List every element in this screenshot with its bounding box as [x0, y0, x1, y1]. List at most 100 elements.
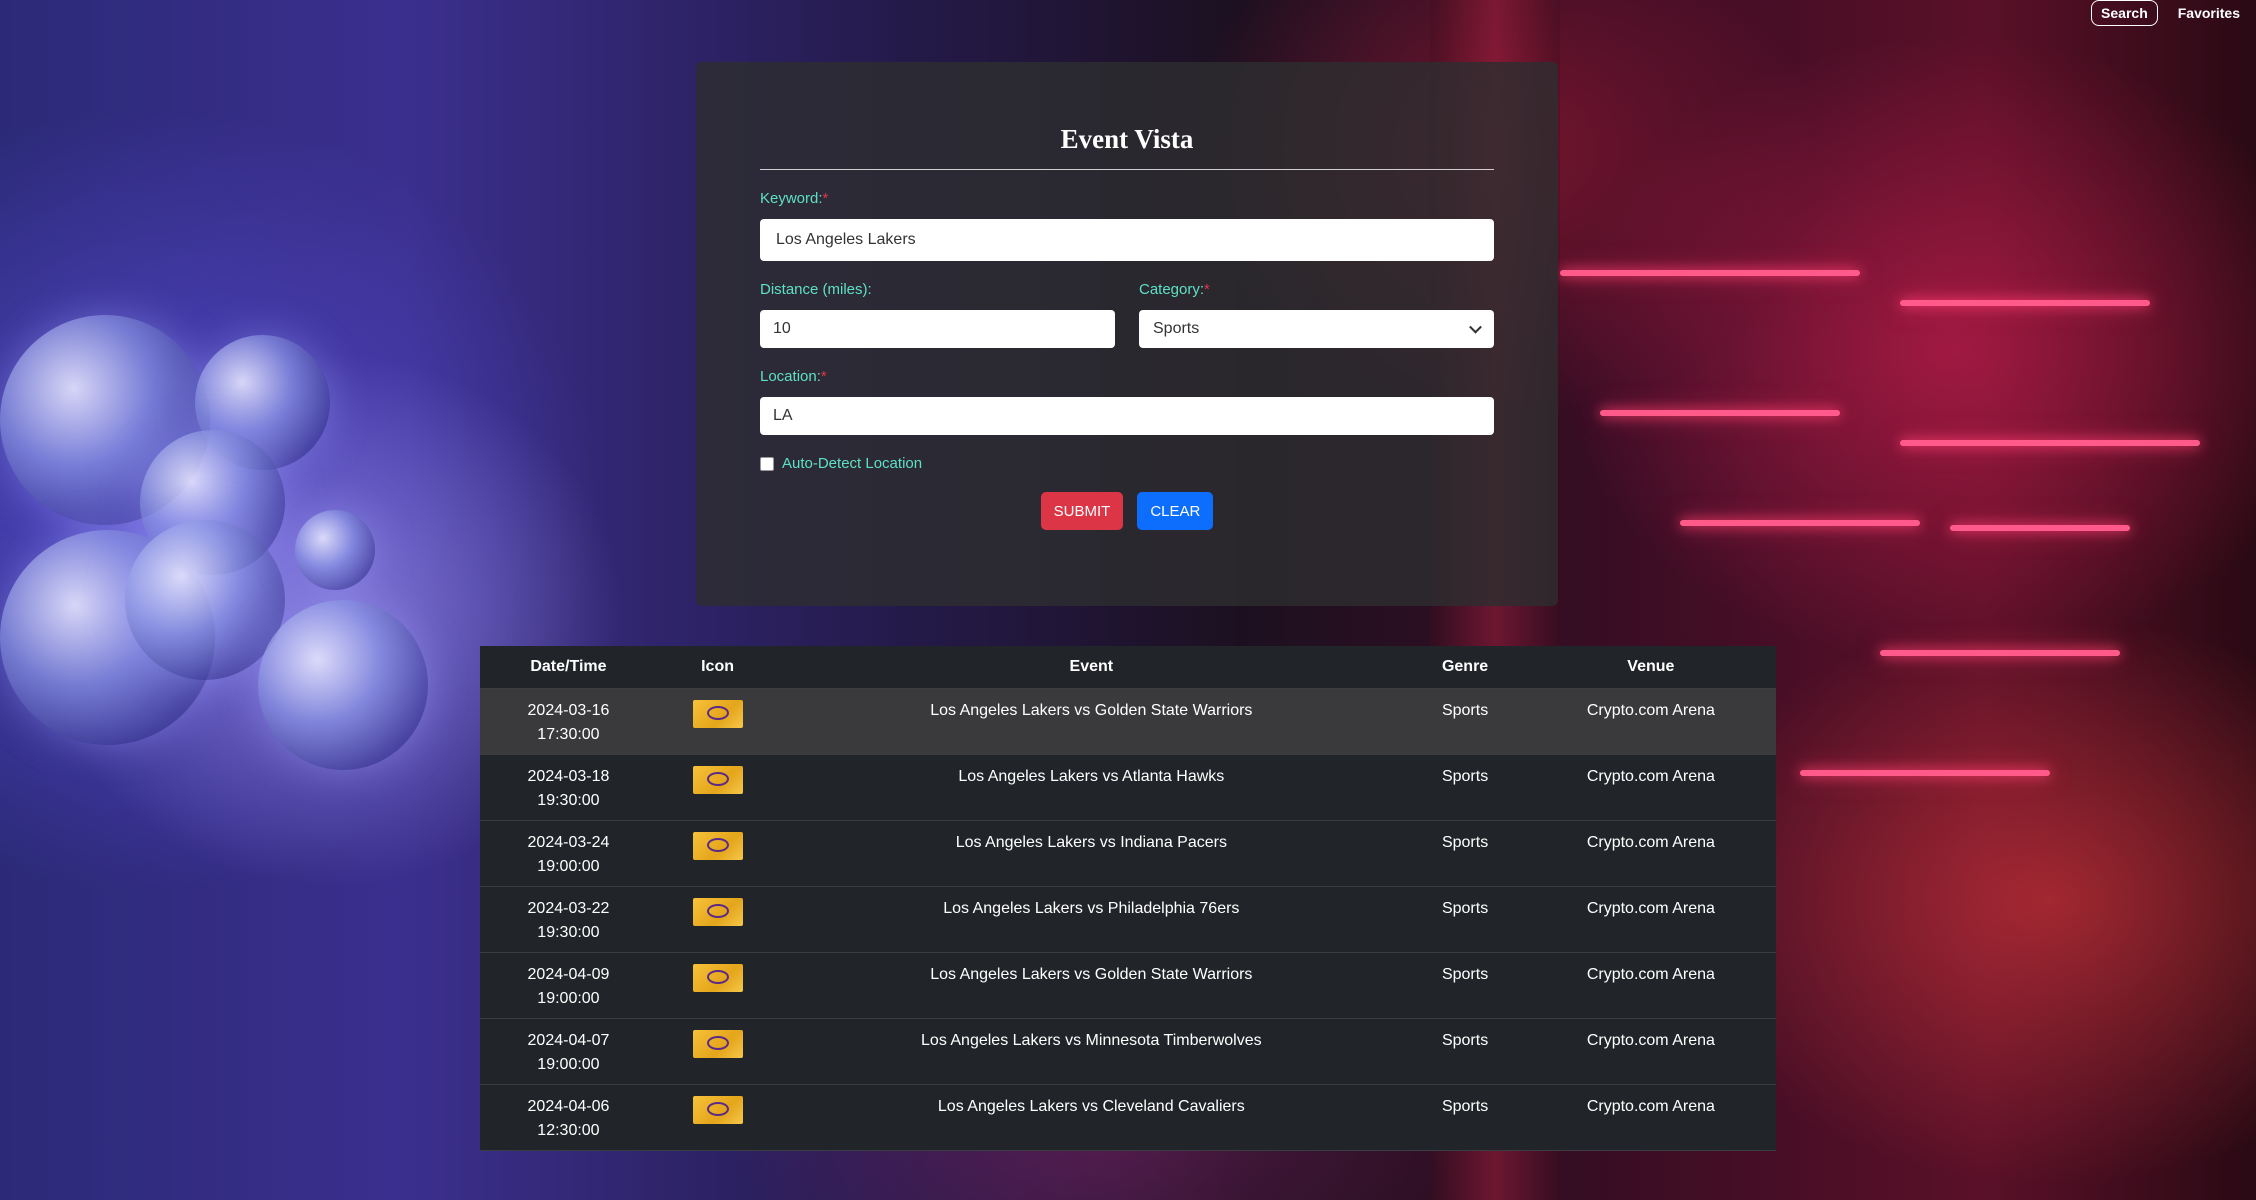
cell-venue: Crypto.com Arena — [1525, 688, 1776, 755]
neon-light-decoration — [1800, 770, 2050, 776]
cell-time: 19:00:00 — [537, 1056, 600, 1073]
cell-event[interactable]: Los Angeles Lakers vs Atlanta Hawks — [778, 754, 1405, 821]
cell-date: 2024-04-09 — [527, 966, 610, 983]
cell-date: 2024-03-24 — [527, 834, 610, 851]
neon-light-decoration — [1950, 525, 2130, 531]
cell-venue: Crypto.com Arena — [1525, 952, 1776, 1019]
header-venue: Venue — [1525, 646, 1776, 689]
table-row[interactable]: 2024-03-22 19:30:00 Los Angeles Lakers vs… — [480, 886, 1776, 953]
distance-input[interactable] — [760, 310, 1115, 348]
header-event: Event — [778, 646, 1405, 689]
cell-icon — [656, 1018, 779, 1085]
cell-genre: Sports — [1404, 1084, 1526, 1151]
cell-genre: Sports — [1404, 886, 1526, 953]
cell-event[interactable]: Los Angeles Lakers vs Philadelphia 76ers — [778, 886, 1405, 953]
table-row[interactable]: 2024-04-07 19:00:00 Los Angeles Lakers vs… — [480, 1018, 1776, 1085]
nav-favorites-button[interactable]: Favorites — [2168, 0, 2250, 26]
cell-genre: Sports — [1404, 820, 1526, 887]
cell-time: 17:30:00 — [537, 726, 600, 743]
results-table: Date/Time Icon Event Genre Venue 2024-03… — [480, 646, 1776, 1151]
lakers-logo-icon — [692, 700, 743, 728]
category-select-value: Sports — [1153, 320, 1200, 337]
cell-genre: Sports — [1404, 688, 1526, 755]
cell-date: 2024-03-16 — [527, 702, 610, 719]
table-row[interactable]: 2024-03-16 17:30:00 Los Angeles Lakers vs… — [480, 688, 1776, 755]
auto-detect-label[interactable]: Auto-Detect Location — [782, 455, 922, 472]
distance-category-row: Distance (miles): Category:* Sports — [760, 281, 1494, 348]
category-select[interactable]: Sports — [1139, 310, 1494, 348]
cell-date: 2024-04-06 — [527, 1098, 610, 1115]
cell-datetime: 2024-04-09 19:00:00 — [480, 952, 657, 1019]
table-row[interactable]: 2024-04-06 12:30:00 Los Angeles Lakers vs… — [480, 1084, 1776, 1151]
location-input[interactable] — [760, 397, 1494, 435]
table-row[interactable]: 2024-03-18 19:30:00 Los Angeles Lakers vs… — [480, 754, 1776, 821]
clear-button[interactable]: CLEAR — [1137, 492, 1214, 530]
cell-time: 19:00:00 — [537, 858, 600, 875]
cell-date: 2024-04-07 — [527, 1032, 610, 1049]
distance-label: Distance (miles): — [760, 281, 872, 298]
cell-genre: Sports — [1404, 1018, 1526, 1085]
cell-venue: Crypto.com Arena — [1525, 1084, 1776, 1151]
cell-icon — [656, 1084, 779, 1151]
page-title: Event Vista — [760, 124, 1494, 170]
cell-datetime: 2024-04-06 12:30:00 — [480, 1084, 657, 1151]
cell-event[interactable]: Los Angeles Lakers vs Minnesota Timberwo… — [778, 1018, 1405, 1085]
cell-event[interactable]: Los Angeles Lakers vs Golden State Warri… — [778, 952, 1405, 1019]
cell-venue: Crypto.com Arena — [1525, 754, 1776, 821]
cell-icon — [656, 754, 779, 821]
neon-light-decoration — [1560, 270, 1860, 276]
neon-light-decoration — [1600, 410, 1840, 416]
location-label: Location:* — [760, 368, 1494, 385]
lakers-logo-icon — [692, 898, 743, 926]
nav-search-button[interactable]: Search — [2091, 0, 2158, 26]
search-form-card: Event Vista Keyword:* Distance (miles): … — [696, 62, 1558, 606]
keyword-label: Keyword:* — [760, 190, 1494, 207]
cell-time: 12:30:00 — [537, 1122, 600, 1139]
table-row[interactable]: 2024-03-24 19:00:00 Los Angeles Lakers vs… — [480, 820, 1776, 887]
cell-genre: Sports — [1404, 754, 1526, 821]
location-label-text: Location: — [760, 368, 821, 385]
cell-datetime: 2024-03-18 19:30:00 — [480, 754, 657, 821]
table-header-row: Date/Time Icon Event Genre Venue — [480, 646, 1776, 689]
neon-light-decoration — [1880, 650, 2120, 656]
required-mark: * — [820, 368, 827, 385]
location-group: Location:* — [760, 368, 1494, 435]
cell-datetime: 2024-03-24 19:00:00 — [480, 820, 657, 887]
cell-venue: Crypto.com Arena — [1525, 820, 1776, 887]
lakers-logo-icon — [692, 766, 743, 794]
cell-icon — [656, 886, 779, 953]
keyword-group: Keyword:* — [760, 190, 1494, 261]
top-nav: Search Favorites — [2091, 0, 2250, 26]
disco-ball-decoration — [125, 520, 285, 680]
submit-button[interactable]: SUBMIT — [1040, 492, 1124, 530]
header-datetime: Date/Time — [480, 646, 657, 689]
cell-datetime: 2024-03-16 17:30:00 — [480, 688, 657, 755]
cell-event[interactable]: Los Angeles Lakers vs Indiana Pacers — [778, 820, 1405, 887]
auto-detect-checkbox[interactable] — [760, 456, 774, 471]
neon-light-decoration — [1900, 300, 2150, 306]
cell-datetime: 2024-04-07 19:00:00 — [480, 1018, 657, 1085]
cell-icon — [656, 820, 779, 887]
table-row[interactable]: 2024-04-09 19:00:00 Los Angeles Lakers vs… — [480, 952, 1776, 1019]
lakers-logo-icon — [692, 1096, 743, 1124]
required-mark: * — [1204, 281, 1210, 298]
cell-event[interactable]: Los Angeles Lakers vs Cleveland Cavalier… — [778, 1084, 1405, 1151]
cell-icon — [656, 688, 779, 755]
disco-ball-decoration — [295, 510, 375, 590]
required-mark: * — [822, 190, 829, 207]
cell-time: 19:00:00 — [537, 990, 600, 1007]
header-genre: Genre — [1404, 646, 1526, 689]
category-group: Category:* Sports — [1139, 281, 1494, 348]
cell-time: 19:30:00 — [537, 792, 600, 809]
lakers-logo-icon — [692, 832, 743, 860]
category-label: Category:* — [1139, 281, 1494, 298]
cell-time: 19:30:00 — [537, 924, 600, 941]
cell-venue: Crypto.com Arena — [1525, 1018, 1776, 1085]
cell-date: 2024-03-18 — [527, 768, 610, 785]
lakers-logo-icon — [692, 1030, 743, 1058]
keyword-label-text: Keyword: — [760, 190, 823, 207]
cell-event[interactable]: Los Angeles Lakers vs Golden State Warri… — [778, 688, 1405, 755]
form-buttons: SUBMIT CLEAR — [760, 492, 1494, 530]
keyword-input[interactable] — [760, 219, 1494, 261]
cell-datetime: 2024-03-22 19:30:00 — [480, 886, 657, 953]
